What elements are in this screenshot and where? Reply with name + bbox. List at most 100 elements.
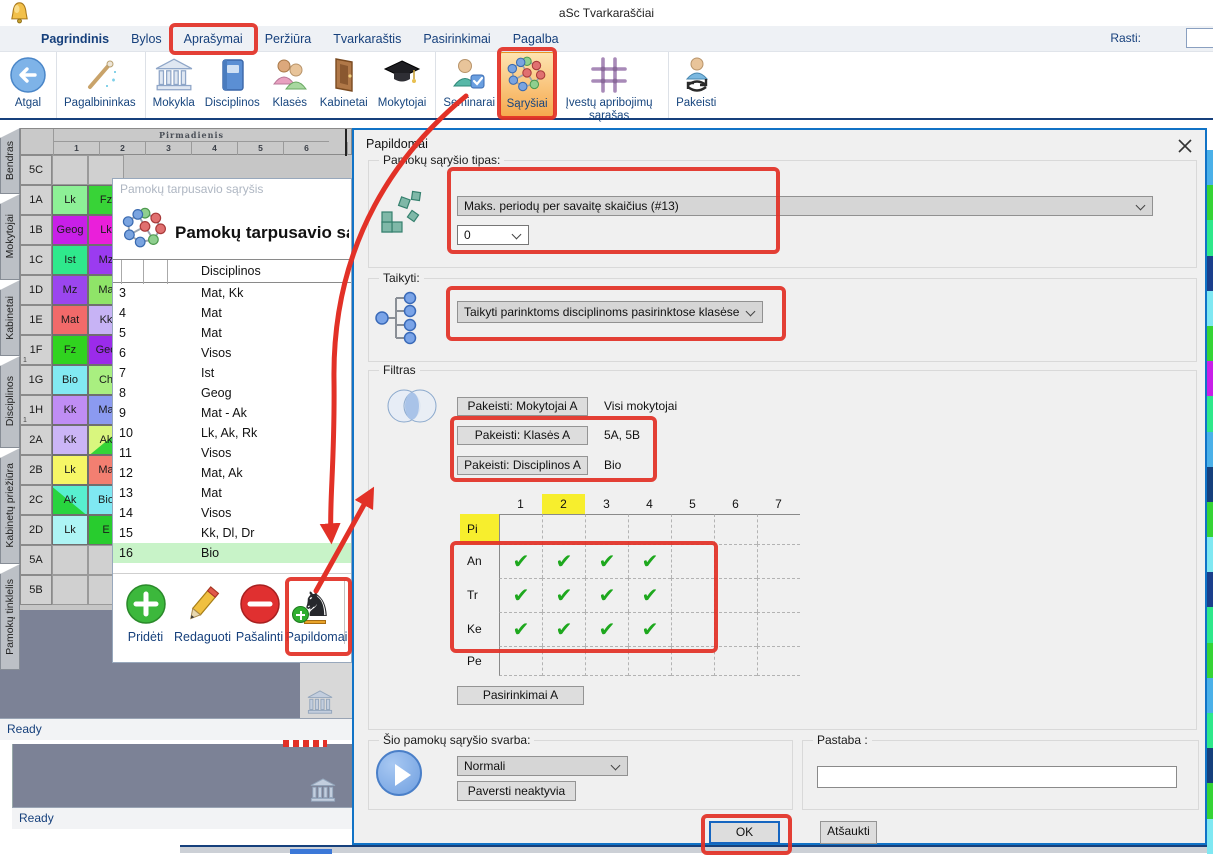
importance-dropdown[interactable]: Normali [457, 756, 628, 776]
close-icon[interactable] [1178, 139, 1192, 156]
class-row-header[interactable]: 1F1 [20, 335, 52, 365]
lesson-card[interactable]: Kk [52, 425, 88, 455]
lesson-card[interactable]: Ist [52, 245, 88, 275]
period-grid-cell[interactable] [714, 544, 757, 578]
period-grid-cell[interactable] [714, 612, 757, 646]
sidebar-tab-mokytojai[interactable]: Mokytojai [0, 194, 20, 280]
relation-row[interactable]: 15Kk, Dl, Dr [113, 523, 351, 543]
ok-button[interactable]: OK [709, 821, 780, 844]
type-dropdown[interactable]: Maks. periodų per savaitę skaičius (#13) [457, 196, 1153, 216]
period-grid-cell[interactable] [628, 514, 671, 544]
menu-item-tvarkara-tis[interactable]: Tvarkaraštis [322, 26, 412, 52]
class-row-header[interactable]: 1G [20, 365, 52, 395]
period-grid-cell[interactable] [757, 612, 800, 646]
toolbar-button-mokytojai[interactable]: Mokytojai [373, 52, 437, 118]
period-grid-cell[interactable] [671, 646, 714, 676]
period-grid-cell[interactable] [714, 646, 757, 676]
relation-row[interactable]: 9Mat - Ak [113, 403, 351, 423]
class-row-header[interactable]: 2A [20, 425, 52, 455]
sidebar-tab-kabinet-prie-i-ra[interactable]: Kabinetų priežiūra [0, 448, 20, 564]
toolbar-button-s-ry-iai[interactable]: Sąryšiai [500, 52, 554, 118]
period-grid-cell[interactable]: ✔ [628, 578, 671, 612]
relation-row[interactable]: 7Ist [113, 363, 351, 383]
filter-change-button-pakeisti-klas-s-a[interactable]: Pakeisti: Klasės A [457, 426, 588, 445]
sidebar-tab-pamok-tinklelis[interactable]: Pamokų tinklelis [0, 564, 20, 670]
period-grid-cell[interactable]: ✔ [585, 578, 628, 612]
class-row-header[interactable]: 1B [20, 215, 52, 245]
period-grid-cell[interactable]: ✔ [499, 612, 542, 646]
class-row-header[interactable]: 1A [20, 185, 52, 215]
toolbar-button-disciplinos[interactable]: Disciplinos [200, 52, 265, 118]
period-grid-cell[interactable] [714, 514, 757, 544]
deactivate-button[interactable]: Paversti neaktyvia [457, 781, 576, 801]
relation-row[interactable]: 13Mat [113, 483, 351, 503]
period-grid-cell[interactable] [542, 514, 585, 544]
cancel-button[interactable]: Atšaukti [820, 821, 877, 844]
period-grid-cell[interactable] [585, 646, 628, 676]
lesson-card[interactable]: Geog [52, 215, 88, 245]
class-row-header[interactable]: 5B [20, 575, 52, 605]
period-grid-cell[interactable] [714, 578, 757, 612]
class-row-header[interactable]: 5A [20, 545, 52, 575]
selection-a-button[interactable]: Pasirinkimai A [457, 686, 584, 705]
period-grid-cell[interactable] [585, 514, 628, 544]
menu-item-pagalba[interactable]: Pagalba [502, 26, 570, 52]
relation-row[interactable]: 6Visos [113, 343, 351, 363]
class-row-header[interactable]: 1D [20, 275, 52, 305]
menu-item-per-i-ra[interactable]: Peržiūra [254, 26, 323, 52]
lesson-card[interactable]: Mat [52, 305, 88, 335]
period-grid-cell[interactable]: ✔ [499, 578, 542, 612]
advanced-button[interactable]: ♞Papildomai [288, 580, 345, 644]
lesson-card[interactable]: Kk [52, 395, 88, 425]
period-grid-cell[interactable]: ✔ [628, 544, 671, 578]
period-grid-cell[interactable] [671, 578, 714, 612]
class-row-header[interactable]: 2D [20, 515, 52, 545]
period-grid-cell[interactable] [671, 514, 714, 544]
sidebar-tab-disciplinos[interactable]: Disciplinos [0, 356, 20, 448]
toolbar-button-atgal[interactable]: Atgal [4, 52, 57, 118]
toolbar-button-pakeisti[interactable]: Pakeisti [671, 52, 721, 118]
period-grid-cell[interactable]: ✔ [542, 578, 585, 612]
lesson-card[interactable]: Fz [52, 335, 88, 365]
period-grid-cell[interactable]: ✔ [585, 612, 628, 646]
class-row-header[interactable]: 2C [20, 485, 52, 515]
relation-row[interactable]: 8Geog [113, 383, 351, 403]
filter-change-button-pakeisti-disciplinos-a[interactable]: Pakeisti: Disciplinos A [457, 456, 588, 475]
lesson-card[interactable]: Ak [52, 485, 88, 515]
menu-item-pagrindinis[interactable]: Pagrindinis [30, 26, 120, 52]
menu-item-bylos[interactable]: Bylos [120, 26, 173, 52]
note-input[interactable] [817, 766, 1177, 788]
period-grid-cell[interactable] [757, 578, 800, 612]
menu-item-pasirinkimai[interactable]: Pasirinkimai [412, 26, 501, 52]
menu-item-apra-ymai[interactable]: Aprašymai [173, 26, 254, 52]
relation-row[interactable]: 16Bio [113, 543, 351, 563]
period-grid-cell[interactable] [499, 646, 542, 676]
class-row-header[interactable]: 2B [20, 455, 52, 485]
period-grid-cell[interactable]: ✔ [542, 612, 585, 646]
toolbar-button-kabinetai[interactable]: Kabinetai [315, 52, 373, 118]
relation-row[interactable]: 12Mat, Ak [113, 463, 351, 483]
lesson-card[interactable]: Lk [52, 455, 88, 485]
relation-row[interactable]: 11Visos [113, 443, 351, 463]
prid-ti-button[interactable]: Pridėti [117, 580, 174, 644]
period-grid-cell[interactable] [628, 646, 671, 676]
period-grid-cell[interactable]: ✔ [499, 544, 542, 578]
period-grid-cell[interactable] [757, 544, 800, 578]
class-row-header[interactable]: 1H1 [20, 395, 52, 425]
period-grid-cell[interactable] [499, 514, 542, 544]
toolbar-button-seminarai[interactable]: Seminarai [438, 52, 500, 118]
redaguoti-button[interactable]: Redaguoti [174, 580, 231, 644]
period-grid-cell[interactable]: ✔ [542, 544, 585, 578]
period-grid-cell[interactable]: ✔ [585, 544, 628, 578]
toolbar-button-klas-s[interactable]: Klasės [265, 52, 315, 118]
period-grid-cell[interactable] [542, 646, 585, 676]
relation-row[interactable]: 14Visos [113, 503, 351, 523]
lesson-card[interactable]: Lk [52, 515, 88, 545]
lesson-card[interactable]: Bio [52, 365, 88, 395]
relation-row[interactable]: 3Mat, Kk [113, 283, 351, 303]
relation-row[interactable]: 5Mat [113, 323, 351, 343]
relation-row[interactable]: 4Mat [113, 303, 351, 323]
relation-row[interactable]: 10Lk, Ak, Rk [113, 423, 351, 443]
period-grid-cell[interactable]: ✔ [628, 612, 671, 646]
lesson-card[interactable]: Lk [52, 185, 88, 215]
